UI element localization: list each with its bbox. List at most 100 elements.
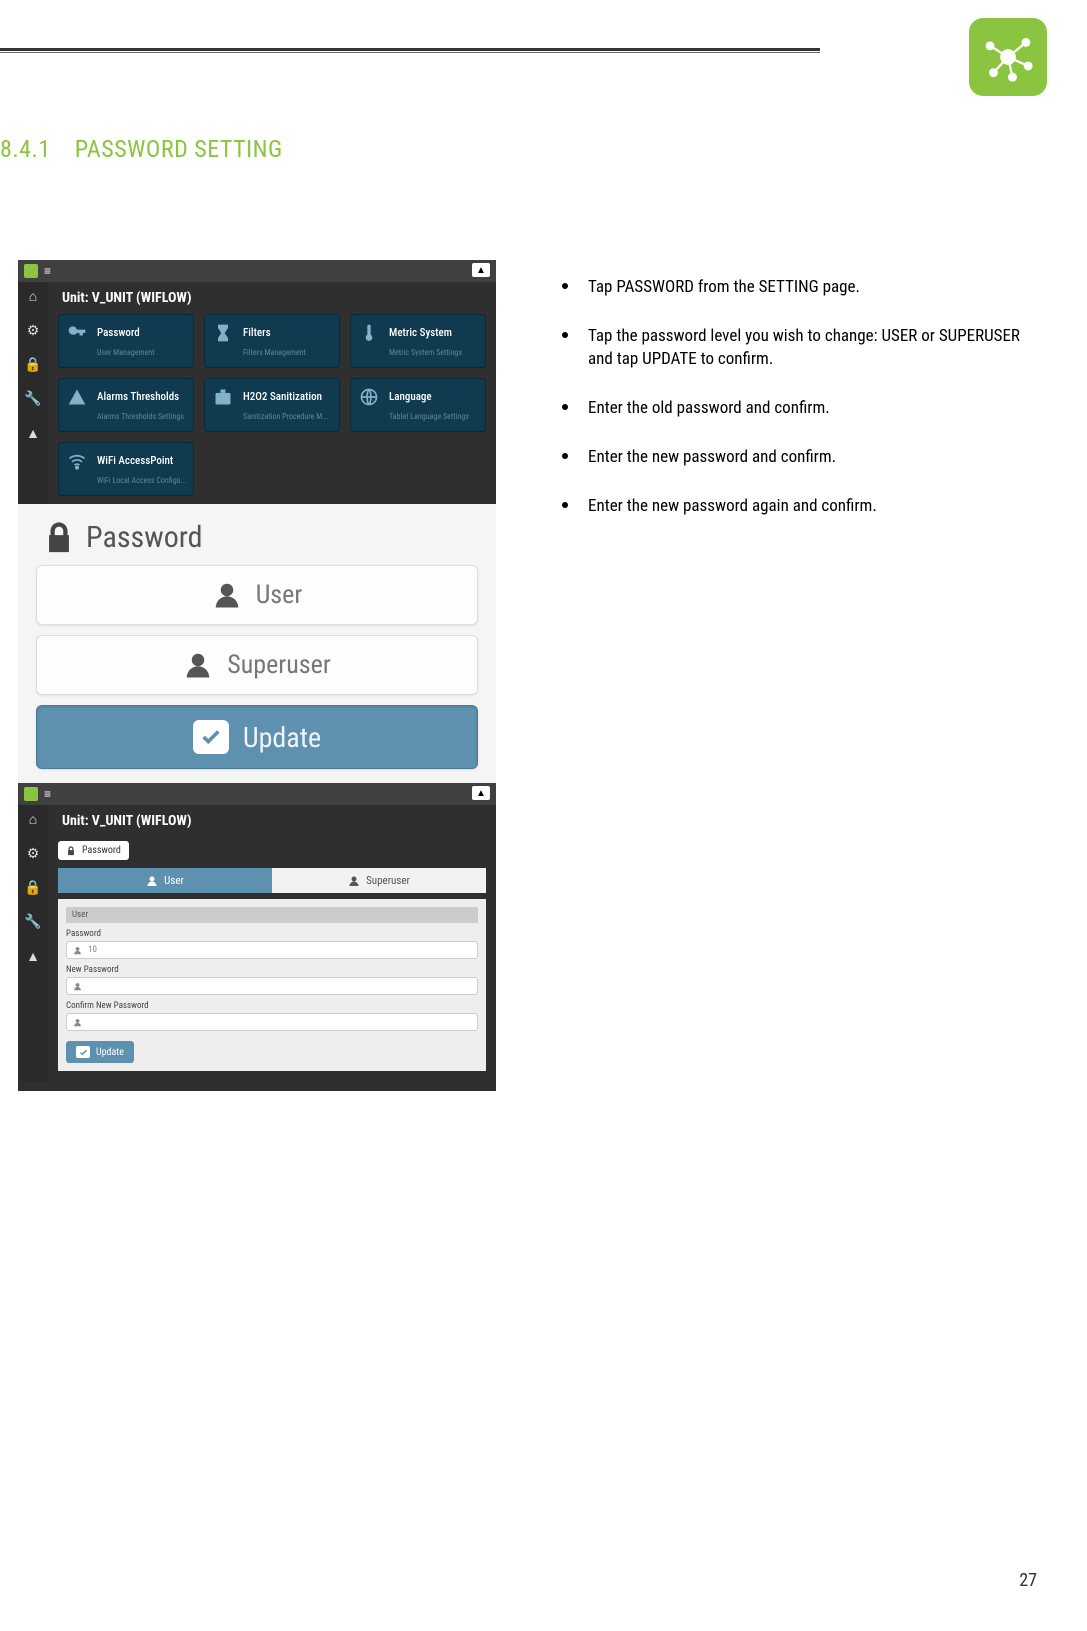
section-number: 8.4.1 — [0, 135, 51, 163]
tile-title: WiFi AccessPoint — [97, 454, 173, 467]
header-rule-thick — [0, 48, 820, 51]
instructions-list: Tap PASSWORD from the SETTING page. Tap … — [550, 276, 1043, 518]
content-row: ≡ ▲ ⌂ ⚙ 🔒 🔧 ▲ Unit: V_UNIT (WIFLOW) — [18, 260, 1043, 1091]
instruction-item: Enter the old password and confirm. — [550, 397, 1043, 420]
label-password: Password — [66, 929, 478, 939]
check-badge — [193, 720, 229, 754]
alert-icon[interactable]: ▲ — [26, 425, 40, 442]
app-topbar: ≡ ▲ — [18, 260, 496, 282]
home-icon[interactable]: ⌂ — [29, 288, 37, 305]
input-confirm-password[interactable] — [66, 1013, 478, 1031]
tile-sub: Metric System Settings — [389, 348, 462, 357]
tile-sub: WiFi Local Access Configu... — [97, 476, 187, 485]
input-password-value: 10 — [88, 945, 97, 955]
tile-sub: Sanitization Procedure M... — [243, 412, 329, 421]
tile-wifi[interactable]: WiFi AccessPoint WiFi Local Access Config… — [58, 442, 194, 496]
breadcrumb-password[interactable]: Password — [58, 841, 129, 860]
lock-icon[interactable]: 🔒 — [24, 880, 41, 896]
warning-icon[interactable]: ▲ — [472, 263, 490, 277]
tile-filters[interactable]: Filters Filters Management — [204, 314, 340, 368]
input-new-password[interactable] — [66, 977, 478, 995]
password-panel-header: Password — [42, 520, 496, 555]
tile-h2o2[interactable]: H2O2 Sanitization Sanitization Procedure … — [204, 378, 340, 432]
tab-superuser-label: Superuser — [366, 874, 410, 887]
tile-title: Password — [97, 326, 140, 339]
lock-icon[interactable]: 🔒 — [24, 357, 41, 373]
gears-icon[interactable]: ⚙ — [27, 323, 40, 339]
user-icon — [183, 650, 213, 680]
instruction-item: Enter the new password again and confirm… — [550, 495, 1043, 518]
row-update-label: Update — [243, 721, 321, 754]
section-title: PASSWORD SETTING — [75, 135, 283, 163]
password-tabs: User Superuser — [58, 868, 486, 893]
home-icon[interactable]: ⌂ — [29, 811, 37, 828]
unit-title: Unit: V_UNIT (WIFLOW) — [62, 290, 486, 306]
wrench-icon[interactable]: 🔧 — [24, 391, 41, 407]
instruction-item: Tap the password level you wish to chang… — [550, 325, 1043, 371]
section-label-user: User — [66, 907, 478, 923]
page-number: 27 — [1019, 1570, 1037, 1591]
tab-superuser[interactable]: Superuser — [272, 868, 486, 893]
input-password[interactable]: 10 — [66, 941, 478, 959]
label-new-password: New Password — [66, 965, 478, 975]
screenshot-settings-tiles: ≡ ▲ ⌂ ⚙ 🔒 🔧 ▲ Unit: V_UNIT (WIFLOW) — [18, 260, 496, 504]
tile-password[interactable]: Password User Management — [58, 314, 194, 368]
alert-icon[interactable]: ▲ — [26, 948, 40, 965]
tile-sub: User Management — [97, 348, 154, 357]
password-form: User Password 10 New Password Confirm Ne… — [58, 899, 486, 1071]
tab-user[interactable]: User — [58, 868, 272, 893]
unit-title: Unit: V_UNIT (WIFLOW) — [62, 813, 486, 829]
app-logo-icon — [24, 787, 38, 801]
warning-icon[interactable]: ▲ — [472, 786, 490, 800]
tab-user-label: User — [164, 874, 184, 887]
row-superuser[interactable]: Superuser — [36, 635, 478, 695]
wrench-icon[interactable]: 🔧 — [24, 914, 41, 930]
update-button[interactable]: Update — [66, 1041, 134, 1063]
gears-icon[interactable]: ⚙ — [27, 846, 40, 862]
header-rule-thin — [0, 52, 820, 53]
screenshots-column: ≡ ▲ ⌂ ⚙ 🔒 🔧 ▲ Unit: V_UNIT (WIFLOW) — [18, 260, 496, 1091]
settings-tiles-grid: Password User Management Filters Filters M… — [58, 314, 486, 496]
hourglass-icon — [211, 321, 235, 345]
user-icon — [348, 875, 360, 887]
tile-alarms[interactable]: Alarms Thresholds Alarms Thresholds Setti… — [58, 378, 194, 432]
user-icon — [73, 982, 82, 991]
app-logo-icon — [24, 264, 38, 278]
tile-metric[interactable]: Metric System Metric System Settings — [350, 314, 486, 368]
unit-title-text: Unit: V_UNIT (WIFLOW) — [62, 813, 192, 829]
lock-icon — [66, 846, 76, 856]
section-heading: 8.4.1 PASSWORD SETTING — [0, 135, 283, 163]
app-topbar: ≡ ▲ — [18, 783, 496, 805]
user-icon — [73, 946, 82, 955]
row-update[interactable]: Update — [36, 705, 478, 769]
row-user[interactable]: User — [36, 565, 478, 625]
side-nav: ⌂ ⚙ 🔒 🔧 ▲ — [18, 282, 48, 504]
wifi-icon — [65, 449, 89, 473]
screenshot-password-form: ≡ ▲ ⌂ ⚙ 🔒 🔧 ▲ Unit: V_UNIT (WIFLOW) — [18, 783, 496, 1091]
menu-icon[interactable]: ≡ — [44, 264, 51, 278]
unit-title-text: Unit: V_UNIT (WIFLOW) — [62, 290, 192, 306]
user-icon — [146, 875, 158, 887]
instructions-column: Tap PASSWORD from the SETTING page. Tap … — [550, 260, 1043, 1091]
menu-icon[interactable]: ≡ — [44, 787, 51, 801]
tile-language[interactable]: LanguageTablet Language Settings — [350, 378, 486, 432]
tile-title: Metric System — [389, 326, 452, 339]
alarm-triangle-icon — [65, 385, 89, 409]
password-header-text: Password — [86, 520, 203, 555]
update-button-label: Update — [96, 1047, 124, 1058]
user-icon — [212, 580, 242, 610]
screenshot-password-panel: Password User Superuser Update — [18, 504, 496, 783]
tile-sub: Alarms Thresholds Settings — [97, 412, 184, 421]
label-confirm-password: Confirm New Password — [66, 1001, 478, 1011]
thermometer-icon — [357, 321, 381, 345]
row-superuser-label: Superuser — [227, 650, 331, 680]
tile-title: Alarms Thresholds — [97, 390, 179, 403]
check-icon — [200, 726, 222, 748]
key-icon — [65, 321, 89, 345]
instruction-item: Enter the new password and confirm. — [550, 446, 1043, 469]
tile-title: H2O2 Sanitization — [243, 390, 322, 403]
tile-title: Language — [389, 390, 432, 403]
row-user-label: User — [256, 580, 303, 610]
tile-title: Filters — [243, 326, 271, 339]
tile-sub: Filters Management — [243, 348, 306, 357]
